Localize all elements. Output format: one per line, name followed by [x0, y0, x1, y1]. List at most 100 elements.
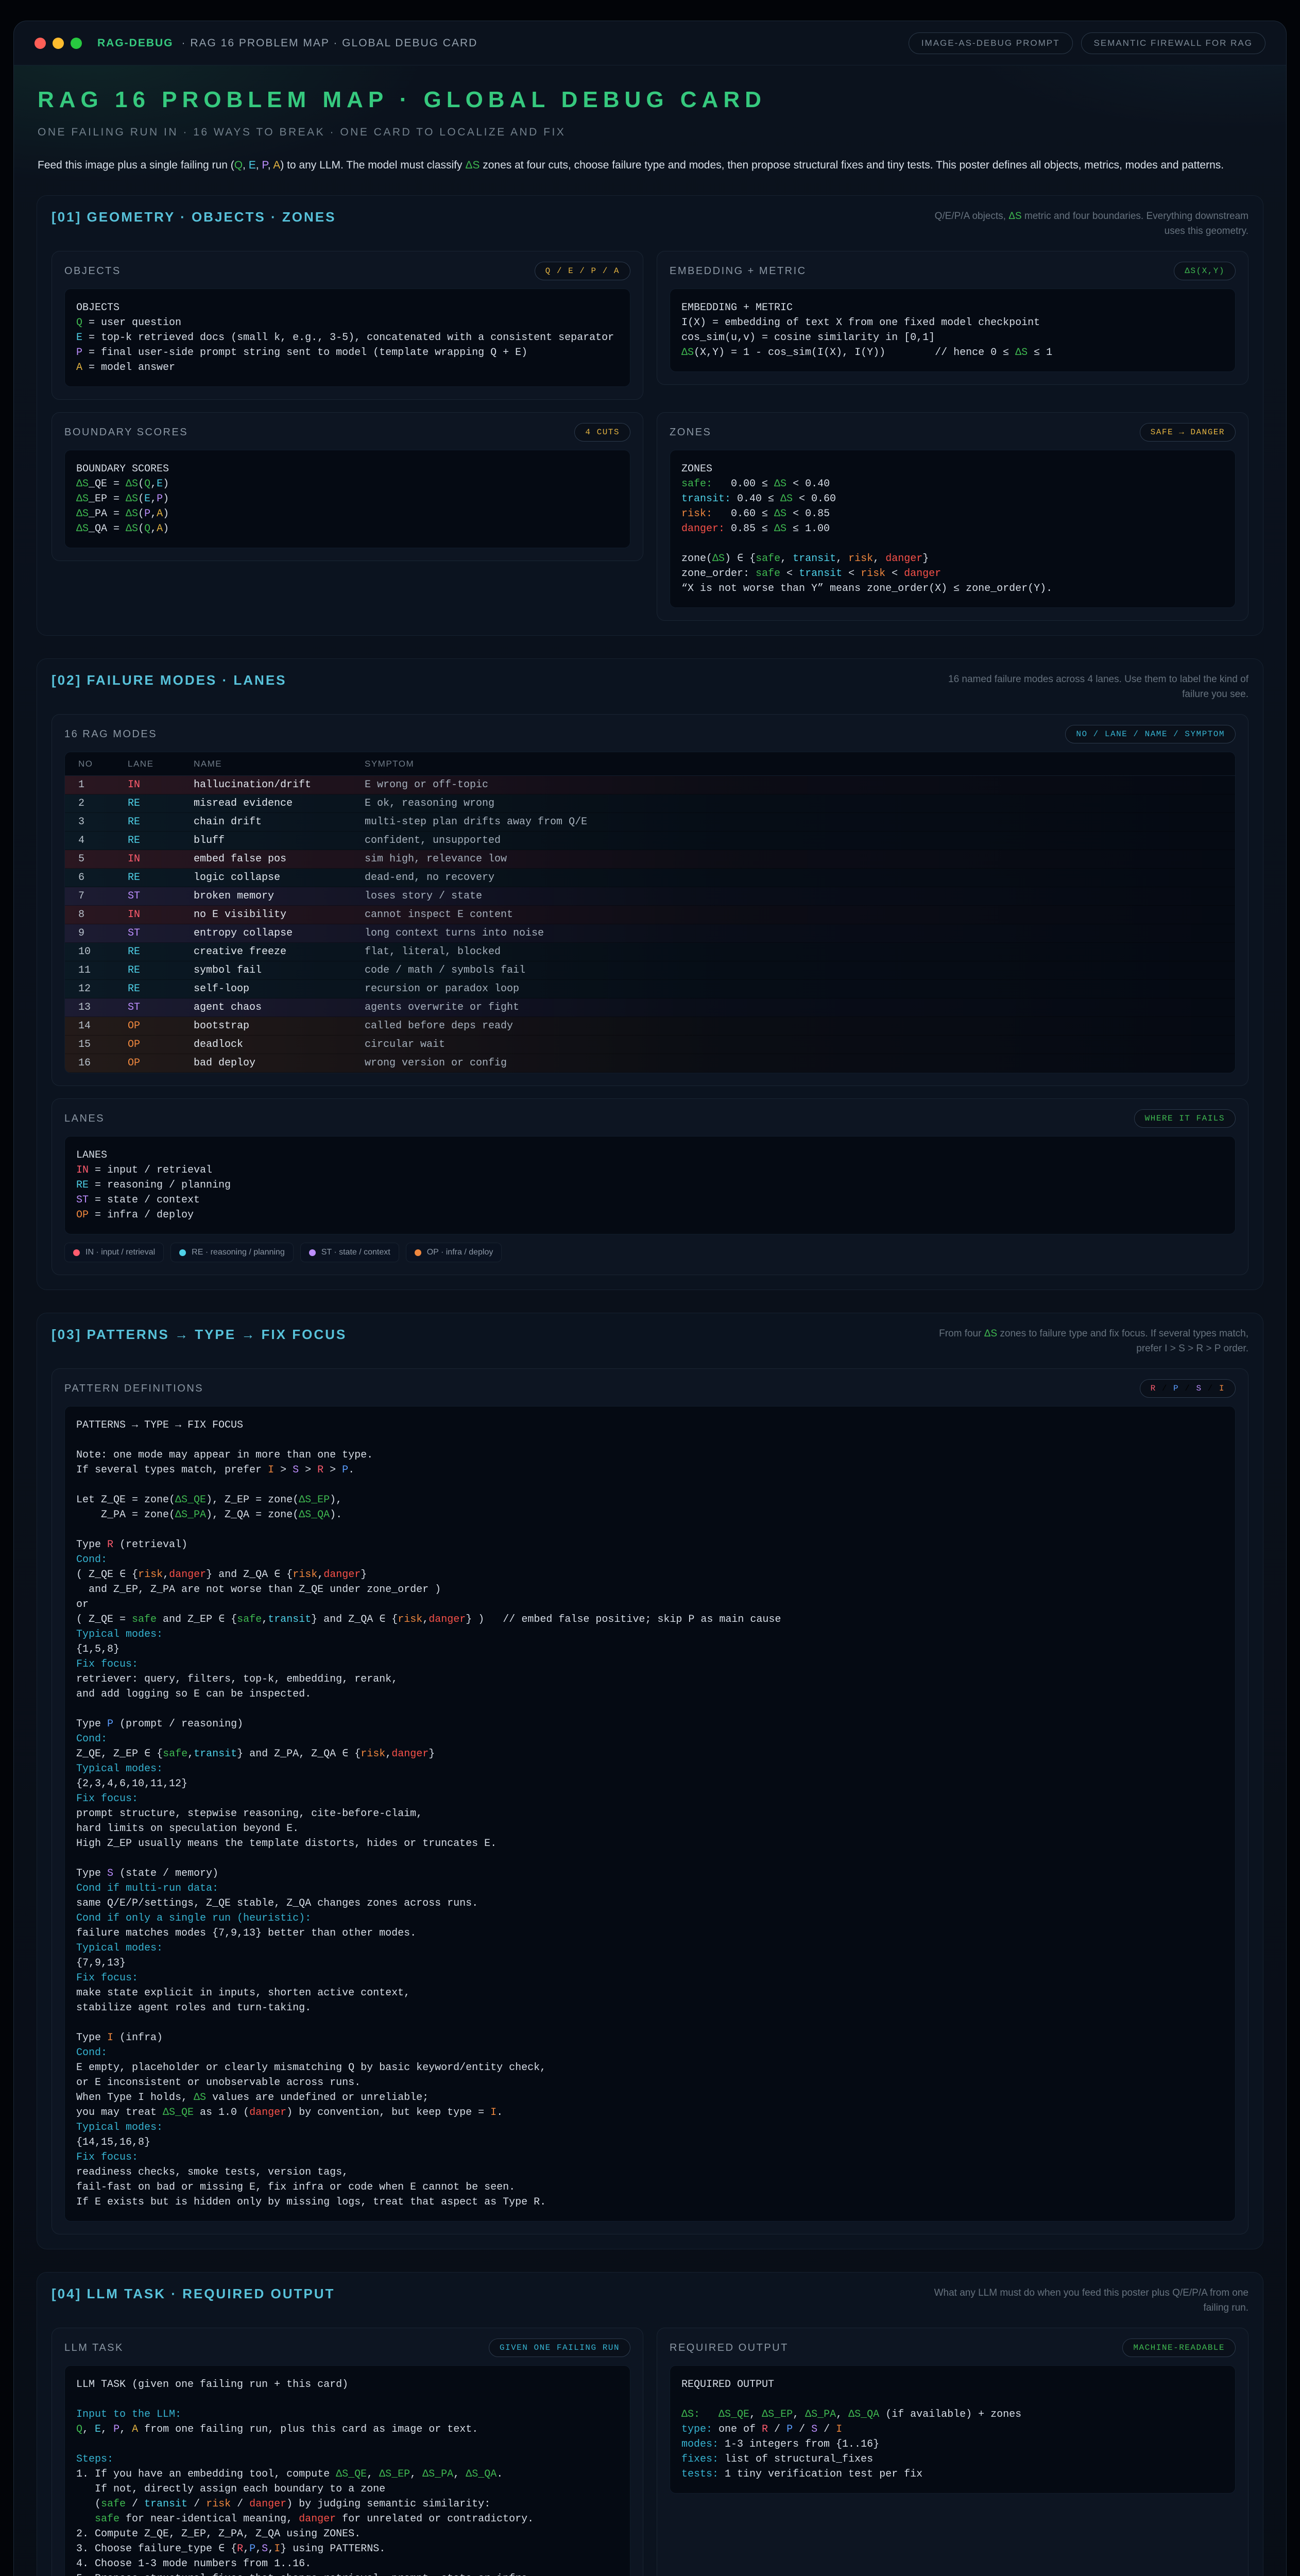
code-line: safe for near-identical meaning, danger … — [76, 2512, 619, 2527]
text-token: < — [885, 568, 904, 580]
text-token: risk — [293, 1569, 317, 1581]
table-cell: called before deps ready — [365, 1020, 1222, 1032]
mode-row: 3REchain driftmulti-step plan drifts awa… — [65, 813, 1235, 832]
text-token: . — [497, 2468, 503, 2480]
lane-color-dot-icon — [73, 1249, 80, 1256]
text-token: values are undefined or unreliable; — [206, 2092, 429, 2104]
text-token: ΔS — [76, 508, 89, 520]
table-cell: hallucination/drift — [194, 779, 365, 791]
text-token: _EP = — [89, 493, 126, 505]
code-line: ( Z_QE = safe and Z_EP ∈ {safe,transit} … — [76, 1612, 1224, 1627]
section-title-text: PATTERNS → TYPE → FIX FOCUS — [87, 1327, 347, 1342]
code-line: EMBEDDING + METRIC — [681, 300, 1224, 315]
section-title: [04] LLM TASK · REQUIRED OUTPUT — [52, 2286, 335, 2302]
code-line: 2. Compute Z_QE, Z_EP, Z_PA, Z_QA using … — [76, 2527, 619, 2541]
text-token: = reasoning / planning — [89, 1179, 231, 1191]
text-token: fixes: — [681, 2453, 719, 2465]
panel-header: PATTERN DEFINITIONS R / P / S / I — [64, 1379, 1236, 1398]
section-title-text: LLM TASK · REQUIRED OUTPUT — [87, 2286, 335, 2301]
panel-header: ZONES SAFE → DANGER — [670, 423, 1236, 442]
required-output-code: REQUIRED OUTPUT ΔS: ΔS_QE, ΔS_EP, ΔS_PA,… — [670, 2365, 1236, 2494]
code-line: same Q/E/P/settings, Z_QE stable, Z_QA c… — [76, 1896, 1224, 1911]
text-token: RE — [76, 1179, 89, 1191]
text-token: Typical modes: — [76, 1629, 163, 1640]
text-token: = final user-side prompt string sent to … — [82, 347, 527, 359]
table-cell: 2 — [78, 798, 128, 809]
code-line: 1. If you have an embedding tool, comput… — [76, 2467, 619, 2482]
maximize-window-icon[interactable] — [71, 38, 82, 49]
text-token: for unrelated or contradictory. — [336, 2513, 534, 2525]
code-line: safe: 0.00 ≤ ΔS < 0.40 — [681, 477, 1224, 492]
text-token: E — [249, 159, 256, 171]
table-cell: RE — [128, 946, 194, 958]
text-token: S — [293, 1464, 299, 1476]
llm-task-code: LLM TASK (given one failing run + this c… — [64, 2365, 630, 2576]
lane-legend-chip: OP · infra / deploy — [406, 1243, 502, 1262]
code-line: Steps: — [76, 2452, 619, 2467]
mode-row: 10REcreative freezeflat, literal, blocke… — [65, 943, 1235, 961]
text-token: ΔS — [76, 493, 89, 505]
table-cell: cannot inspect E content — [365, 909, 1222, 921]
mode-row: 7STbroken memoryloses story / state — [65, 887, 1235, 906]
section-note: 16 named failure modes across 4 lanes. U… — [924, 672, 1248, 702]
text-token: I — [836, 2424, 842, 2435]
code-line: Type S (state / memory) — [76, 1866, 1224, 1881]
window-title: · RAG 16 PROBLEM MAP · GLOBAL DEBUG CARD — [182, 37, 478, 49]
text-token: E — [157, 478, 163, 490]
machine-readable-pill-badge: MACHINE-READABLE — [1122, 2338, 1236, 2357]
text-token: Type — [76, 1539, 107, 1551]
text-token: ΔS_QE — [719, 2409, 749, 2420]
text-token: ΔS — [194, 2092, 206, 2104]
code-line: Fix focus: — [76, 1971, 1224, 1986]
text-token: , — [410, 2468, 422, 2480]
table-cell: embed false pos — [194, 853, 365, 865]
close-window-icon[interactable] — [35, 38, 46, 49]
code-line: fail-fast on bad or missing E, fix infra… — [76, 2180, 1224, 2195]
text-token: ΔS — [984, 1328, 997, 1339]
text-token: transit: — [681, 493, 731, 505]
llm-task-grid: LLM TASK GIVEN ONE FAILING RUN LLM TASK … — [52, 2328, 1248, 2576]
code-line: Fix focus: — [76, 1657, 1224, 1672]
code-line: Cond: — [76, 1732, 1224, 1747]
panel-title: PATTERN DEFINITIONS — [64, 1383, 203, 1395]
text-token: IN — [76, 1164, 89, 1176]
panel-header: OBJECTS Q / E / P / A — [64, 262, 630, 280]
table-cell: 7 — [78, 890, 128, 902]
panel-header: EMBEDDING + METRIC ΔS(X,Y) — [670, 262, 1236, 280]
code-line: {7,9,13} — [76, 1956, 1224, 1971]
text-token: Cond if only a single run (heuristic): — [76, 1912, 311, 1924]
text-token: , — [873, 553, 885, 565]
section-header: [01] GEOMETRY · OBJECTS · ZONES Q/E/P/A … — [52, 209, 1248, 239]
lane-legend-chip: IN · input / retrieval — [64, 1243, 164, 1262]
code-line: ( Z_QE ∈ {risk,danger} and Z_QA ∈ {risk,… — [76, 1567, 1224, 1582]
code-line: Type P (prompt / reasoning) — [76, 1717, 1224, 1732]
delta-s-pill-badge: ΔS(X,Y) — [1174, 262, 1236, 280]
text-token: 1-3 integers from {1..16} — [719, 2438, 879, 2450]
code-line: or — [76, 1597, 1224, 1612]
text-token: (prompt / reasoning) — [113, 1718, 243, 1730]
text-token: ST — [76, 1194, 89, 1206]
text-token: Q — [144, 478, 150, 490]
text-token: 3. Choose failure_type ∈ { — [76, 2543, 237, 2555]
lanes-code: LANESIN = input / retrievalRE = reasonin… — [64, 1136, 1236, 1234]
code-line: cos_sim(u,v) = cosine similarity in [0,1… — [681, 330, 1224, 345]
text-token: ) — [163, 478, 169, 490]
panel-header: LANES WHERE IT FAILS — [64, 1109, 1236, 1128]
code-line: IN = input / retrieval — [76, 1163, 1224, 1178]
required-output-panel: REQUIRED OUTPUT MACHINE-READABLE REQUIRE… — [657, 2328, 1248, 2576]
code-line: Q, E, P, A from one failing run, plus th… — [76, 2422, 619, 2437]
column-header: SYMPTOM — [365, 759, 1222, 769]
text-token: , — [82, 2424, 95, 2435]
text-token: Type — [76, 1718, 107, 1730]
code-line — [76, 2015, 1224, 2030]
objects-code: OBJECTSQ = user questionE = top-k retrie… — [64, 289, 630, 387]
text-token: I — [274, 2543, 280, 2555]
text-token: P — [786, 2424, 793, 2435]
code-line: Type I (infra) — [76, 2030, 1224, 2045]
minimize-window-icon[interactable] — [53, 38, 64, 49]
titlebar: RAG-DEBUG · RAG 16 PROBLEM MAP · GLOBAL … — [14, 21, 1286, 65]
text-token: OP — [76, 1209, 89, 1221]
mode-row: 11REsymbol failcode / math / symbols fai… — [65, 961, 1235, 980]
table-cell: 15 — [78, 1039, 128, 1050]
text-token: safe — [101, 2498, 126, 2510]
